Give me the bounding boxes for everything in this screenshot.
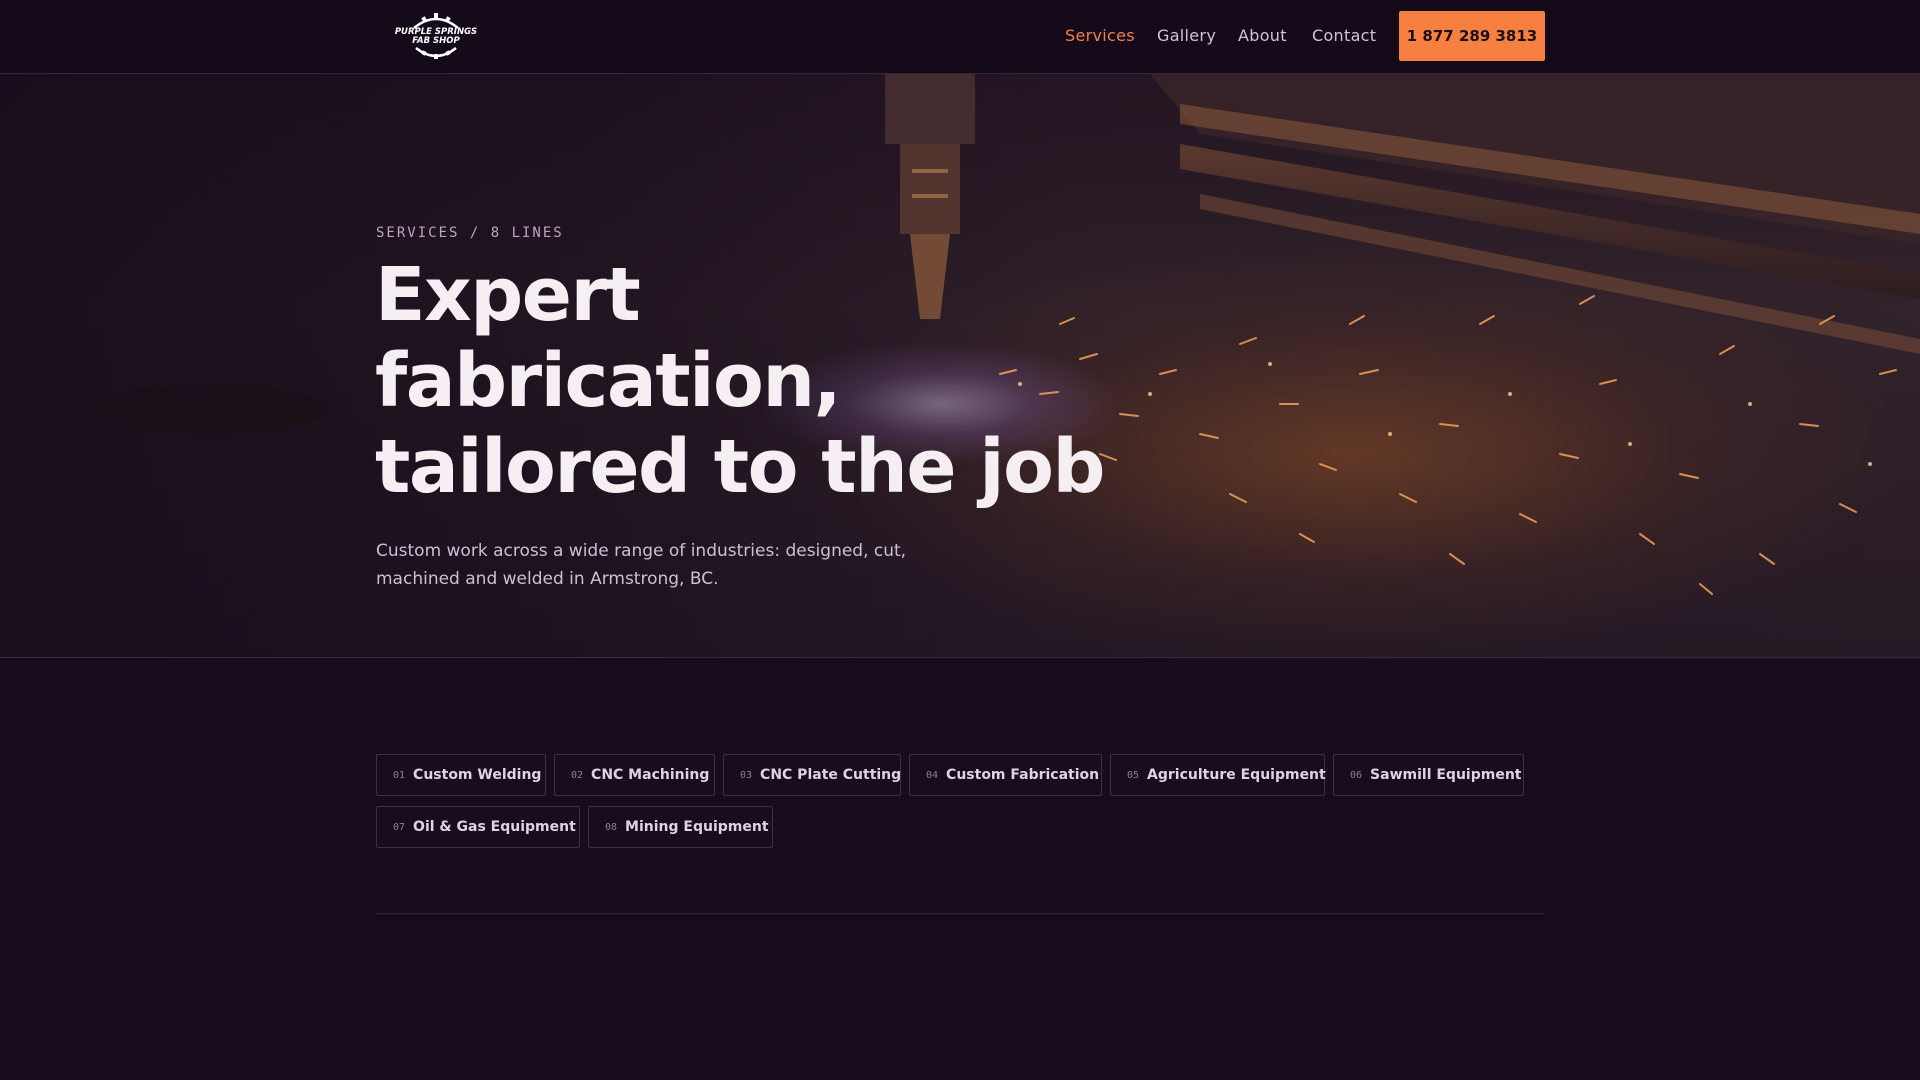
section-divider xyxy=(376,913,1545,914)
service-label: CNC Machining xyxy=(591,767,710,783)
service-number: 08 xyxy=(605,821,618,833)
nav-contact[interactable]: Contact xyxy=(1312,26,1376,45)
service-number: 01 xyxy=(393,769,406,781)
service-label: Custom Welding xyxy=(413,767,542,783)
service-chip-agriculture-equipment[interactable]: 05 Agriculture Equipment xyxy=(1110,754,1326,796)
hero-subtitle: Custom work across a wide range of indus… xyxy=(376,541,907,589)
service-number: 06 xyxy=(1350,769,1363,781)
service-label: Custom Fabrication xyxy=(946,767,1100,783)
service-chip-sawmill-equipment[interactable]: 06 Sawmill Equipment xyxy=(1333,754,1524,796)
service-label: CNC Plate Cutting xyxy=(760,767,902,783)
site-header: PURPLE SPRINGS FAB SHOP Services Gallery… xyxy=(0,0,1920,74)
service-label: Sawmill Equipment xyxy=(1370,767,1522,783)
nav-services[interactable]: Services xyxy=(1065,26,1135,45)
service-label: Oil & Gas Equipment xyxy=(413,819,576,835)
service-chip-cnc-machining[interactable]: 02 CNC Machining xyxy=(554,754,715,796)
service-label: Agriculture Equipment xyxy=(1147,767,1326,783)
hero-title: Expert fabrication, tailored to the job xyxy=(375,252,1135,510)
service-chip-oil-gas-equipment[interactable]: 07 Oil & Gas Equipment xyxy=(376,806,580,848)
hero-eyebrow: SERVICES / 8 LINES xyxy=(376,225,564,241)
hero-title-line2: fabrication, xyxy=(375,338,842,424)
service-number: 07 xyxy=(393,821,406,833)
service-number: 02 xyxy=(571,769,584,781)
service-number: 03 xyxy=(740,769,753,781)
hero-title-line3: tailored to the job xyxy=(375,424,1105,510)
phone-call-button[interactable]: 1 877 289 3813 xyxy=(1399,11,1545,61)
service-chip-custom-fabrication[interactable]: 04 Custom Fabrication xyxy=(909,754,1102,796)
brand-logo[interactable]: PURPLE SPRINGS FAB SHOP xyxy=(394,12,478,60)
nav-about[interactable]: About xyxy=(1238,26,1287,45)
service-chip-custom-welding[interactable]: 01 Custom Welding xyxy=(376,754,546,796)
service-number: 04 xyxy=(926,769,939,781)
service-number: 05 xyxy=(1127,769,1140,781)
logo-text-line2: FAB SHOP xyxy=(412,36,460,46)
hero-section: SERVICES / 8 LINES Expert fabrication, t… xyxy=(0,74,1920,658)
service-chip-cnc-plate-cutting[interactable]: 03 CNC Plate Cutting xyxy=(723,754,901,796)
hero-title-line1: Expert xyxy=(375,252,641,338)
nav-gallery[interactable]: Gallery xyxy=(1157,26,1216,45)
service-label: Mining Equipment xyxy=(625,819,769,835)
service-chip-mining-equipment[interactable]: 08 Mining Equipment xyxy=(588,806,773,848)
